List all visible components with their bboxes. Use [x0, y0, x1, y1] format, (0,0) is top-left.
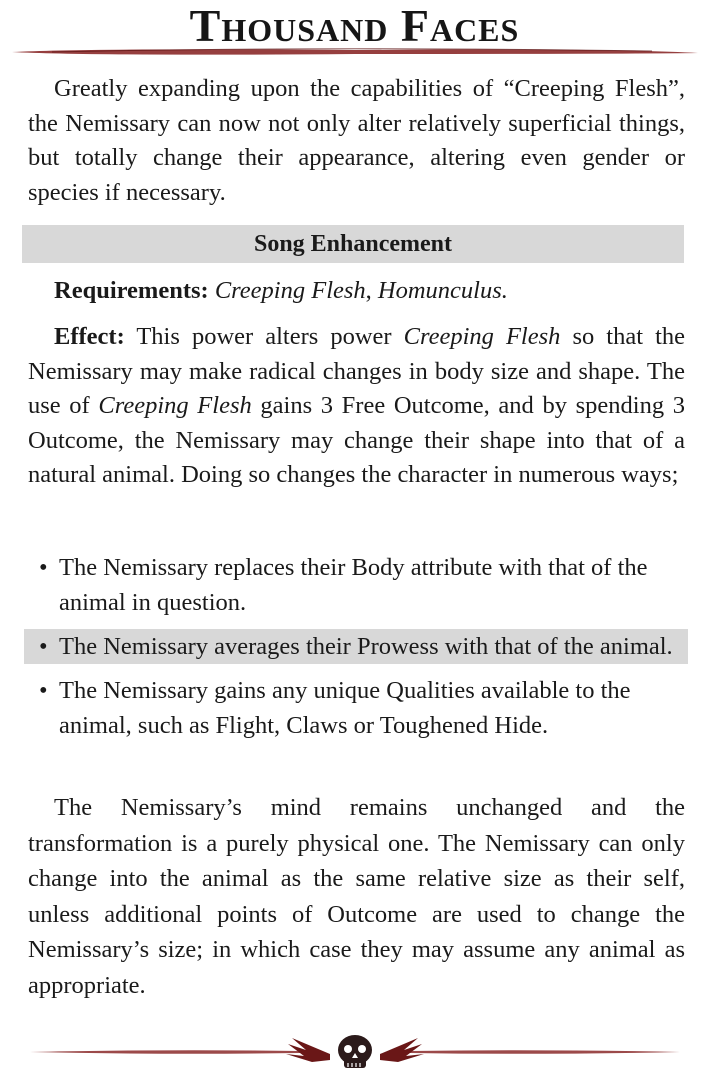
bullet-icon: •	[39, 554, 48, 581]
list-item: • The Nemissary replaces their Body attri…	[28, 550, 685, 620]
list-item-text: The Nemissary gains any unique Qualities…	[59, 677, 631, 739]
requirements-label: Requirements:	[54, 277, 209, 304]
bullet-icon: •	[39, 677, 48, 704]
title-divider	[12, 48, 698, 55]
bullet-icon: •	[39, 633, 48, 660]
intro-text-block: Greatly expanding upon the capabilities …	[28, 72, 685, 210]
closing-paragraph: The Nemissary’s mind remains unchanged a…	[28, 794, 685, 999]
list-item: • The Nemissary gains any unique Qualitie…	[28, 673, 685, 743]
page-title: Thousand Faces	[189, 0, 520, 51]
effect-paragraph: Effect: This power alters power Creeping…	[28, 320, 685, 493]
section-heading: Song Enhancement	[253, 231, 453, 257]
section-heading-bar: Song Enhancement	[22, 225, 684, 263]
list-item-text: The Nemissary replaces their Body attrib…	[59, 554, 648, 616]
requirement-homunculus: Homunculus.	[377, 277, 508, 304]
winged-skull-icon	[286, 1035, 424, 1068]
effect-text-1: This power alters power	[124, 323, 404, 350]
effect-label: Effect:	[54, 323, 125, 350]
footer-divider	[30, 1035, 680, 1068]
requirement-creeping-flesh: Creeping Flesh	[214, 277, 366, 304]
intro-paragraph: Greatly expanding upon the capabilities …	[28, 75, 685, 206]
effect-bullet-list: • The Nemissary replaces their Body attri…	[24, 550, 688, 752]
effect-power-1: Creeping Flesh	[403, 323, 561, 350]
list-item: • The Nemissary averages their Prowess wi…	[24, 629, 688, 664]
effect-power-2: Creeping Flesh	[98, 392, 252, 419]
requirements-line: Requirements: Creeping Flesh, Homunculus…	[54, 274, 684, 308]
requirement-separator: ,	[365, 277, 378, 304]
document-page: Thousand Faces Greatly expanding upon th…	[0, 0, 709, 1087]
list-item-text: The Nemissary averages their Prowess wit…	[59, 633, 673, 660]
